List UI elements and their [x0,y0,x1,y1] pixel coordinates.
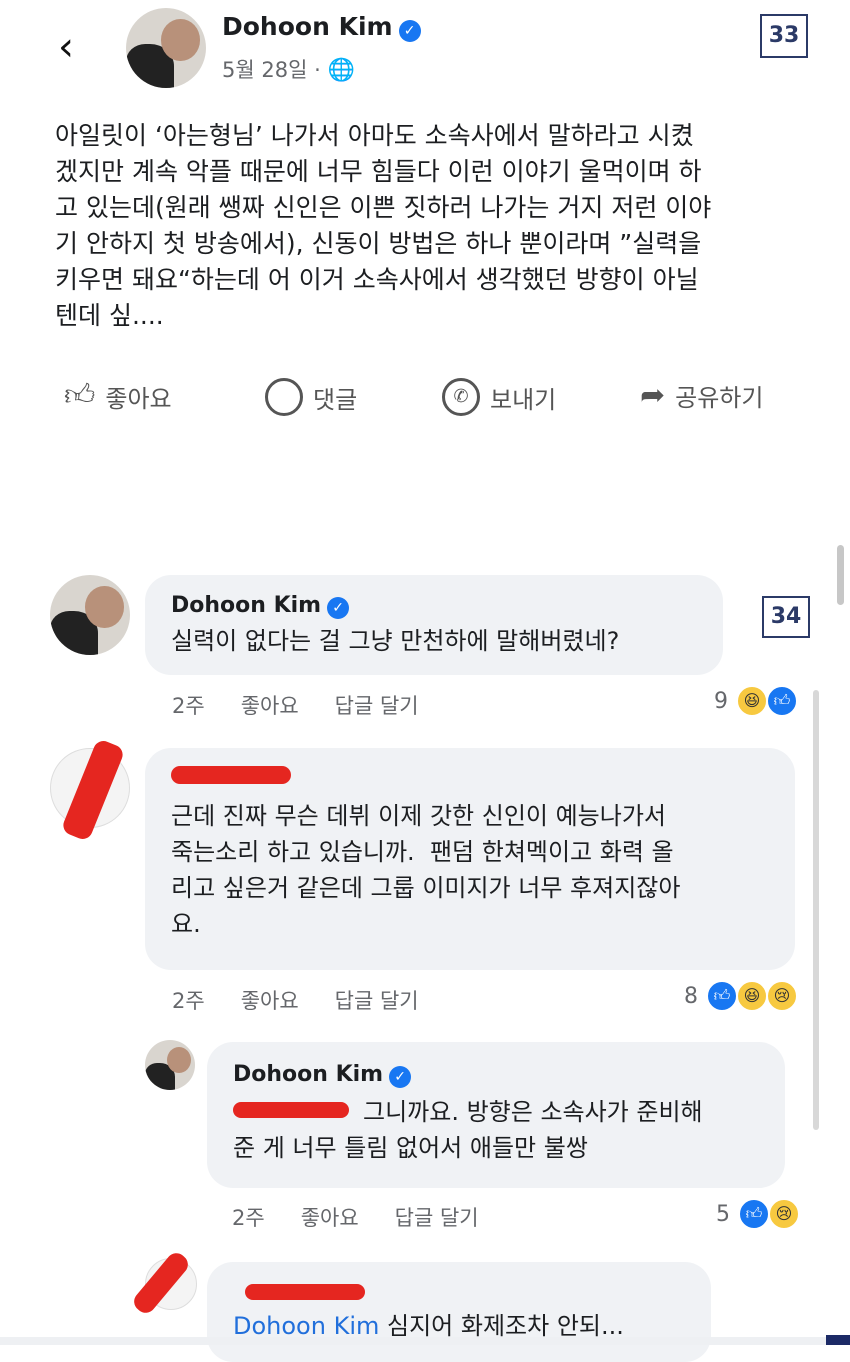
post-date: 5월 28일 · 🌐 [222,54,355,84]
date-text: 5월 28일 · [222,58,321,82]
sad-icon: 😢 [766,980,798,1012]
comment-meta: 2주 좋아요 답글 달기 [232,1202,479,1232]
like-icon: 👍︎ [766,685,798,717]
redaction-mark [171,766,291,784]
globe-icon: 🌐 [327,58,355,83]
thumbs-up-icon: 👍︎ [64,378,96,413]
comment-author[interactable]: Dohoon Kim [171,593,321,618]
reaction-summary[interactable]: 8 👍︎ 😆 😢 [684,980,798,1012]
share-button[interactable]: ➦ 공유하기 [640,378,763,413]
like-label: 좋아요 [105,384,172,413]
comment-meta: 2주 좋아요 답글 달기 [172,985,419,1015]
post-author[interactable]: Dohoon Kim ✓ [222,12,421,42]
reaction-count: 5 [716,1201,730,1227]
comment-bubble: Dohoon Kim ✓ 실력이 없다는 걸 그냥 만천하에 말해버렸네? [145,575,723,675]
sad-icon: 😢 [768,1198,800,1230]
like-button[interactable]: 👍︎ 좋아요 [64,378,172,414]
avatar[interactable] [145,1040,195,1090]
comment-reply-button[interactable]: 답글 달기 [335,690,419,720]
redaction-mark [245,1284,365,1300]
comment-like-button[interactable]: 좋아요 [241,690,299,720]
comment-time: 2주 [172,694,205,718]
comment-bubble: 근데 진짜 무슨 데뷔 이제 갓한 신인이 예능나가서 죽는소리 하고 있습니까… [145,748,795,970]
share-icon: ➦ [640,378,666,413]
comment-text: 근데 진짜 무슨 데뷔 이제 갓한 신인이 예능나가서 죽는소리 하고 있습니까… [171,802,681,938]
verified-icon: ✓ [327,596,350,619]
send-button[interactable]: ✆ 보내기 [442,378,556,416]
page-badge: 34 [762,596,810,638]
comment-text: 실력이 없다는 걸 그냥 만천하에 말해버렸네? [171,627,620,655]
verified-icon: ✓ [389,1065,412,1088]
scrollbar[interactable] [837,545,844,605]
comment-button[interactable]: 댓글 [265,378,357,416]
haha-icon: 😆 [736,685,768,717]
like-icon: 👍︎ [738,1198,770,1230]
send-label: 보내기 [490,385,557,414]
comment-like-button[interactable]: 좋아요 [241,985,299,1015]
reaction-summary[interactable]: 5 👍︎ 😢 [716,1198,800,1230]
like-icon: 👍︎ [706,980,738,1012]
comment-label: 댓글 [313,385,358,414]
haha-icon: 😆 [736,980,768,1012]
verified-icon: ✓ [398,19,421,42]
page-badge: 33 [760,14,808,58]
comment-body: 심지어 화제조차 안되... [387,1312,624,1340]
share-label: 공유하기 [675,384,764,412]
bottom-bar [0,1337,850,1345]
comment-bubble: Dohoon Kim 심지어 화제조차 안되... [207,1262,711,1362]
avatar[interactable] [50,575,130,655]
comment-meta: 2주 좋아요 답글 달기 [172,690,419,720]
comment-icon [265,378,303,416]
avatar[interactable] [126,8,206,88]
back-button[interactable]: ‹ [58,22,98,72]
post-text: 아일릿이 ‘아는형님’ 나가서 아마도 소속사에서 말하라고 시켰 겠지만 계속… [55,121,712,330]
reaction-count: 9 [714,688,728,714]
corner-mark [826,1335,850,1345]
reaction-summary[interactable]: 9 😆 👍︎ [714,685,798,717]
comment-author[interactable]: Dohoon Kim [233,1062,383,1087]
comment-reply-button[interactable]: 답글 달기 [335,985,419,1015]
whatsapp-icon: ✆ [442,378,480,416]
comment-bubble: Dohoon Kim ✓ 그니까요. 방향은 소속사가 준비해 준 게 너무 틀림… [207,1042,785,1188]
mention-link[interactable]: Dohoon Kim [233,1312,379,1340]
comment-reply-button[interactable]: 답글 달기 [395,1202,479,1232]
comment-like-button[interactable]: 좋아요 [301,1202,359,1232]
author-name[interactable]: Dohoon Kim [222,12,393,41]
reaction-count: 8 [684,983,698,1009]
comment-time: 2주 [172,989,205,1013]
comment-time: 2주 [232,1206,265,1230]
comment-text: 그니까요. 방향은 소속사가 준비해 준 게 너무 틀림 없어서 애들만 불쌍 [233,1098,703,1162]
scrollbar[interactable] [813,690,819,1130]
